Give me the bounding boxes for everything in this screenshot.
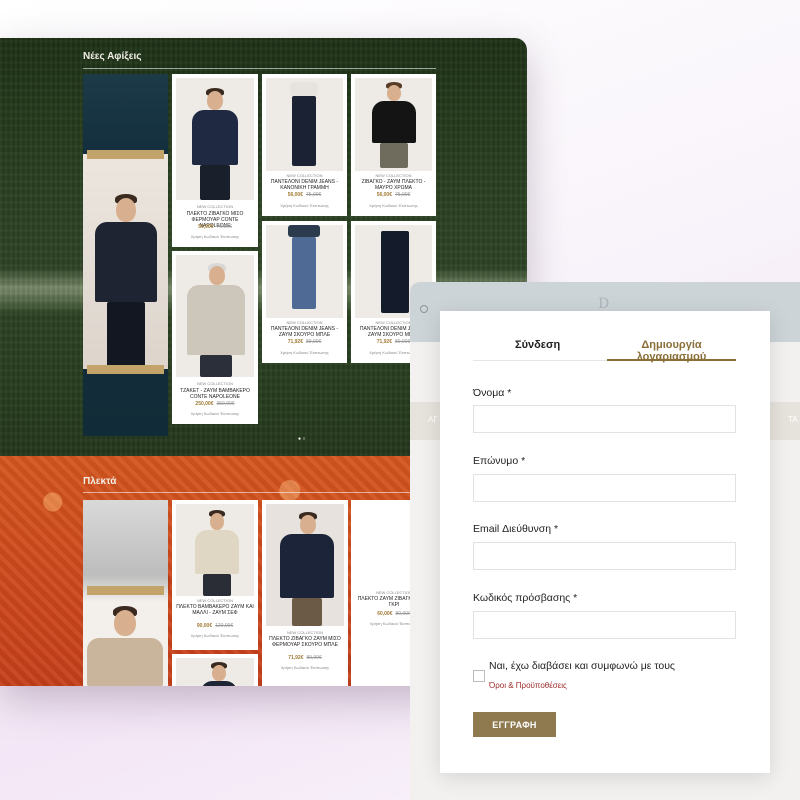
banner-tag-bottom bbox=[87, 365, 164, 374]
new-arrivals-title: Νέες Αφίξεις bbox=[83, 51, 142, 62]
tab-active-indicator bbox=[607, 359, 736, 361]
account-tabs: Σύνδεση Δημιουργία λογαριασμού bbox=[473, 339, 736, 363]
promo-banner[interactable] bbox=[83, 74, 168, 436]
product-image bbox=[176, 504, 254, 596]
product-price: 71,92€ 89,90€ bbox=[288, 655, 322, 661]
product-image bbox=[176, 78, 254, 200]
register-button[interactable]: ΕΓΓΡΑΦΗ bbox=[473, 712, 556, 737]
product-price: 71,92€ 89,90€ bbox=[287, 339, 322, 345]
product-name[interactable]: ΠΛΕΚΤΟ ΒΑΜΒΑΚΕΡΟ ΖΑΥΜ ΚΑΙ ΜΑΛΛΙ - ΖΑΥΜ Σ… bbox=[176, 604, 254, 616]
model-figure bbox=[85, 606, 165, 686]
product-name[interactable]: ΠΛΕΚΤΟ ΖΙΒΑΓΚΟ ΖΑΥΜ ΜΙΣΟ ΦΕΡΜΟΥΑΡ ΣΚΟΥΡΟ… bbox=[266, 636, 344, 648]
product-image bbox=[355, 78, 432, 171]
banner-tag bbox=[87, 586, 164, 595]
carousel-pagination[interactable]: ● ○ bbox=[298, 436, 305, 442]
terms-link[interactable]: Όροι & Προϋποθέσεις bbox=[489, 681, 567, 690]
product-brand: NEW COLLECTION bbox=[196, 204, 233, 209]
knitwear-title: Πλεκτά bbox=[83, 476, 117, 487]
first-name-input[interactable] bbox=[473, 405, 736, 433]
banner-tag-top bbox=[87, 150, 164, 159]
product-brand: NEW COLLECTION bbox=[196, 381, 233, 386]
product-name[interactable]: ΠΑΝΤΕΛΟΝΙ DENIM JEANS - ΚΑΝΟΝΙΚΗ ΓΡΑΜΜΗ bbox=[266, 179, 343, 191]
product-price: 56,00€ 75,00€ bbox=[376, 192, 411, 198]
product-note: Χρήση Κωδικού Έκπτωσης bbox=[190, 411, 240, 416]
product-card[interactable]: NEW COLLECTION ΤΖΑΚΕΤ - ΖΑΥΜ ΒΑΜΒΑΚΕΡΟ C… bbox=[172, 251, 258, 424]
product-card[interactable] bbox=[172, 654, 258, 686]
terms-text: Ναι, έχω διαβάσει και συμφωνώ με τους bbox=[489, 660, 675, 672]
product-note: Χρήση Κωδικού Έκπτωσης bbox=[190, 633, 240, 638]
password-label: Κωδικός πρόσβασης * bbox=[473, 592, 578, 604]
knitwear-banner[interactable] bbox=[83, 500, 168, 686]
product-note: Χρήση Κωδικού Έκπτωσης bbox=[280, 350, 329, 355]
terms-checkbox[interactable] bbox=[473, 670, 485, 682]
product-note: Χρήση Κωδικού Έκπτωσης bbox=[280, 665, 330, 670]
menu-item-left[interactable]: ΑΓ bbox=[428, 415, 438, 424]
product-card[interactable]: NEW COLLECTION ΖΙΒΑΓΚΟ - ΖΑΥΜ ΠΛΕΚΤΟ - Μ… bbox=[351, 74, 436, 216]
product-image bbox=[266, 78, 343, 171]
tab-login[interactable]: Σύνδεση bbox=[515, 339, 560, 357]
section-divider bbox=[83, 492, 436, 493]
product-name[interactable]: ΖΙΒΑΓΚΟ - ΖΑΥΜ ΠΛΕΚΤΟ - ΜΑΥΡΟ ΧΡΩΜΑ bbox=[355, 179, 432, 191]
product-price: 50,00€ 70,00€ bbox=[198, 224, 232, 230]
section-divider bbox=[83, 68, 436, 69]
email-input[interactable] bbox=[473, 542, 736, 570]
product-card[interactable]: NEW COLLECTION ΠΛΕΚΤΟ ΖΙΒΑΓΚΟ ΖΑΥΜ ΜΙΣΟ … bbox=[262, 500, 348, 686]
product-note: Χρήση Κωδικού Έκπτωσης bbox=[190, 234, 240, 239]
brand-logo[interactable]: D bbox=[598, 296, 609, 312]
email-label: Email Διεύθυνση * bbox=[473, 523, 559, 535]
tab-register[interactable]: Δημιουργία λογαριασμού bbox=[607, 339, 736, 369]
product-image bbox=[266, 504, 344, 626]
product-brand: NEW COLLECTION bbox=[286, 320, 323, 325]
product-card[interactable]: NEW COLLECTION ΠΛΕΚΤΟ ΖΙΒΑΓΚΟ ΜΙΣΟ ΦΕΡΜΟ… bbox=[172, 74, 258, 247]
product-image bbox=[266, 225, 343, 318]
product-name[interactable]: ΠΑΝΤΕΛΟΝΙ DENIM JEANS - ΖΑΥΜ ΣΚΟΥΡΟ ΜΠΛΕ bbox=[266, 326, 343, 338]
first-name-label: Όνομα * bbox=[473, 387, 512, 399]
product-card[interactable]: NEW COLLECTION ΠΛΕΚΤΟ ΒΑΜΒΑΚΕΡΟ ΖΑΥΜ ΚΑΙ… bbox=[172, 500, 258, 650]
product-price: 250,00€ 350,00€ bbox=[195, 401, 235, 407]
search-icon[interactable] bbox=[420, 305, 428, 313]
product-card[interactable]: NEW COLLECTION ΠΑΝΤΕΛΟΝΙ DENIM JEANS - Ζ… bbox=[262, 221, 347, 363]
password-input[interactable] bbox=[473, 611, 736, 639]
menu-item-right[interactable]: ΤΑ bbox=[788, 415, 798, 424]
product-brand: NEW COLLECTION bbox=[286, 630, 323, 635]
product-note: Χρήση Κωδικού Έκπτωσης bbox=[369, 203, 418, 208]
last-name-label: Επώνυμο * bbox=[473, 455, 526, 467]
product-price: 90,00€ 120,00€ bbox=[196, 623, 234, 629]
product-card[interactable]: NEW COLLECTION ΠΑΝΤΕΛΟΝΙ DENIM JEANS - Κ… bbox=[262, 74, 347, 216]
product-price: 56,00€ 75,00€ bbox=[287, 192, 322, 198]
product-brand: NEW COLLECTION bbox=[375, 173, 412, 178]
last-name-input[interactable] bbox=[473, 474, 736, 502]
product-image bbox=[176, 255, 254, 377]
product-brand: NEW COLLECTION bbox=[196, 598, 233, 603]
product-image bbox=[176, 658, 254, 686]
product-note: Χρήση Κωδικού Έκπτωσης bbox=[280, 203, 329, 208]
banner-photo bbox=[83, 154, 168, 369]
model-figure bbox=[93, 194, 158, 369]
product-name[interactable]: ΤΖΑΚΕΤ - ΖΑΥΜ ΒΑΜΒΑΚΕΡΟ CONTE NAPOLEONE bbox=[176, 388, 254, 400]
product-brand: NEW COLLECTION bbox=[286, 173, 323, 178]
